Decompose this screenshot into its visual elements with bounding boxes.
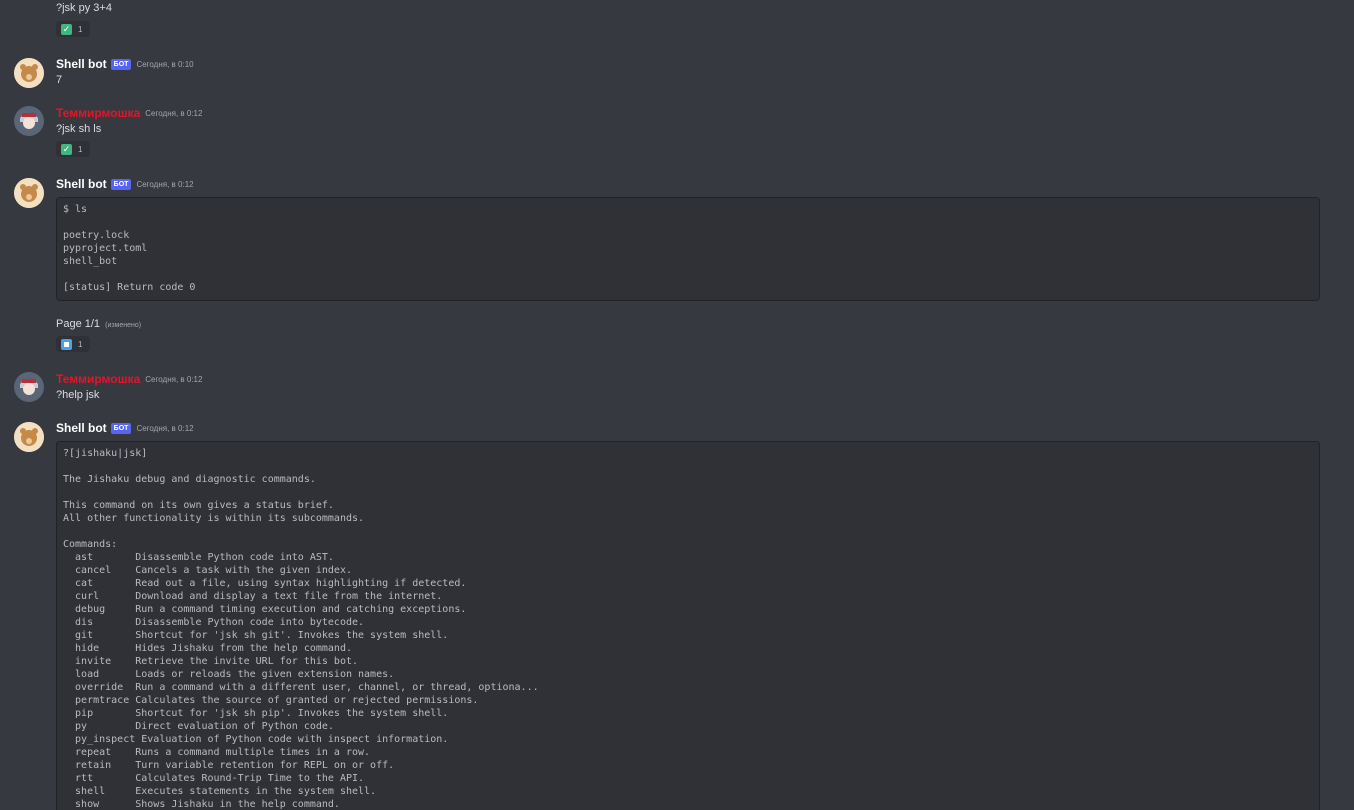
message-text: ?help jsk [56, 389, 100, 401]
reaction-check[interactable]: ✓ 1 [56, 141, 90, 157]
reaction-count: 1 [78, 144, 83, 154]
message-header: Shell bot БОТ Сегодня, в 0:12 [56, 420, 194, 436]
reaction-count: 1 [78, 339, 83, 349]
timestamp: Сегодня, в 0:12 [136, 423, 194, 433]
edited-label: (изменено) [105, 322, 142, 329]
username[interactable]: Shell bot [56, 177, 107, 191]
bot-tag: БОТ [110, 178, 132, 190]
anime-avatar-icon [14, 372, 44, 402]
username[interactable]: Теммирмошка [56, 372, 140, 386]
message-header: Теммирмошка Сегодня, в 0:12 [56, 105, 202, 121]
timestamp: Сегодня, в 0:12 [145, 374, 203, 384]
username[interactable]: Shell bot [56, 57, 107, 71]
message-text: 7 [56, 74, 63, 86]
avatar[interactable] [14, 58, 44, 88]
avatar[interactable] [14, 178, 44, 208]
bear-avatar-icon [14, 178, 44, 208]
reaction-check[interactable]: ✓ 1 [56, 21, 90, 37]
reaction-stop[interactable]: 1 [56, 336, 90, 352]
username[interactable]: Теммирмошка [56, 106, 140, 120]
bot-tag: БОТ [110, 58, 132, 70]
avatar[interactable] [14, 106, 44, 136]
code-block: ?[jishaku|jsk] The Jishaku debug and dia… [56, 441, 1320, 810]
check-mark-icon: ✓ [61, 23, 72, 35]
timestamp: Сегодня, в 0:12 [136, 179, 194, 189]
chat-messages: ?jsk py 3+4 ✓ 1 Shell bot БОТ Сегодня, в… [0, 0, 1354, 810]
avatar[interactable] [14, 422, 44, 452]
bot-tag: БОТ [110, 422, 132, 434]
avatar[interactable] [14, 372, 44, 402]
reaction-count: 1 [78, 24, 83, 34]
anime-avatar-icon [14, 106, 44, 136]
bear-avatar-icon [14, 422, 44, 452]
username[interactable]: Shell bot [56, 421, 107, 435]
message-text: ?jsk sh ls [56, 123, 102, 135]
code-content: ?[jishaku|jsk] The Jishaku debug and dia… [63, 448, 539, 810]
message-header: Теммирмошка Сегодня, в 0:12 [56, 371, 202, 387]
code-content: $ ls poetry.lock pyproject.toml shell_bo… [63, 204, 196, 293]
bear-avatar-icon [14, 58, 44, 88]
check-mark-icon: ✓ [61, 143, 72, 155]
timestamp: Сегодня, в 0:10 [136, 59, 194, 69]
message-header: Shell bot БОТ Сегодня, в 0:10 [56, 56, 194, 72]
message-text: ?jsk py 3+4 [56, 2, 112, 14]
page-text: Page 1/1 [56, 318, 101, 330]
stop-button-icon [61, 338, 72, 350]
message-header: Shell bot БОТ Сегодня, в 0:12 [56, 176, 194, 192]
code-block: $ ls poetry.lock pyproject.toml shell_bo… [56, 197, 1320, 301]
timestamp: Сегодня, в 0:12 [145, 108, 203, 118]
page-indicator: Page 1/1 (изменено) [56, 318, 141, 330]
